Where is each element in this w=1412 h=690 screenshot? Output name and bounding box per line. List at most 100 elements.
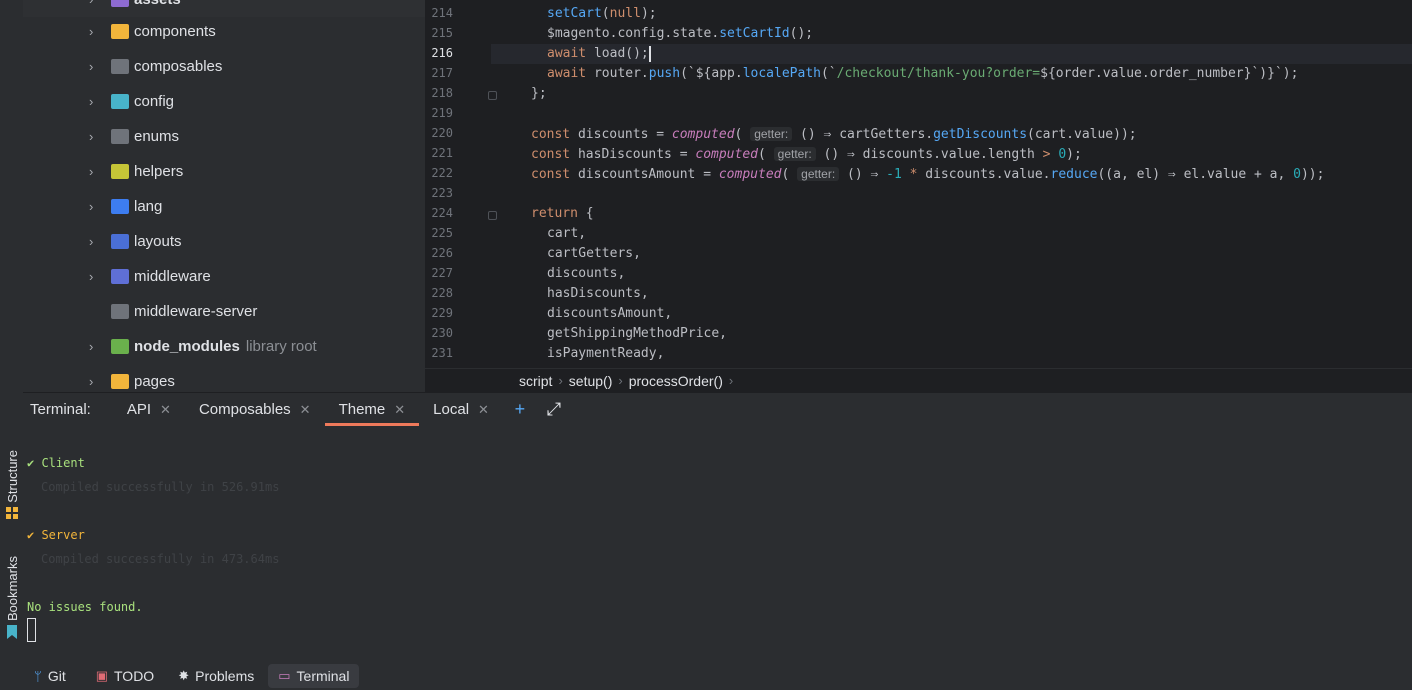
folder-layouts-icon [111,234,129,249]
code-line-218: }; [531,86,547,101]
tree-item-label: pages [134,373,175,390]
terminal-tab-api[interactable]: API ✕ [113,393,185,426]
breadcrumb-setup[interactable]: setup() [569,373,613,389]
line-number: 215 [431,26,453,40]
code-line-221: const hasDiscounts = computed( getter: (… [531,147,1082,162]
problems-icon: ✸ [178,668,190,683]
chevron-right-icon[interactable]: › [89,235,101,248]
line-number: 219 [431,106,453,120]
tree-item-label: node_modules [134,338,240,355]
code-line-222: const discountsAmount = computed( getter… [531,167,1325,182]
fold-marker-icon[interactable] [488,91,497,100]
code-line-229: discountsAmount, [547,306,673,321]
terminal-title: Terminal: [30,401,91,418]
git-tool-button[interactable]: ᛘ Git [24,664,76,688]
maximize-terminal-button[interactable]: ⤢ [537,393,571,426]
tree-item-middleware-server[interactable]: middleware-server [23,294,425,329]
chevron-right-icon[interactable]: › [89,130,101,143]
tree-item-pages[interactable]: › pages [23,364,425,392]
tree-item-label: composables [134,58,223,75]
folder-node-modules-icon [111,339,129,354]
client-compile-detail: Compiled successfully in 526.91ms [41,480,280,494]
tree-item-enums[interactable]: › enums [23,119,425,154]
code-line-227: discounts, [547,266,626,281]
structure-tool-tab[interactable]: Structure [2,450,22,519]
line-number: 229 [431,306,453,320]
chevron-right-icon[interactable]: › [89,270,101,283]
bookmark-icon [7,625,17,640]
terminal-tab-theme[interactable]: Theme ✕ [324,393,420,426]
chevron-right-icon[interactable]: › [89,340,101,353]
close-icon[interactable]: ✕ [478,402,489,418]
line-number: 220 [431,126,453,140]
terminal-cursor [27,618,36,642]
line-number: 222 [431,166,453,180]
tree-item-components[interactable]: › components [23,14,425,49]
close-icon[interactable]: ✕ [160,402,171,418]
breadcrumb-script[interactable]: script [519,373,552,389]
git-branch-icon: ᛘ [34,668,42,684]
line-number: 230 [431,326,453,340]
line-number: 225 [431,226,453,240]
tree-item-helpers[interactable]: › helpers [23,154,425,189]
line-number: 228 [431,286,453,300]
terminal-icon: ▭ [278,668,291,683]
close-icon[interactable]: ✕ [300,402,311,418]
code-line-224: return { [531,206,594,221]
tree-item-lang[interactable]: › lang [23,189,425,224]
code-editor[interactable]: 214 215 216 217 218 219 220 221 222 223 … [425,0,1412,368]
expand-icon: ⤢ [546,399,562,419]
chevron-right-icon[interactable]: › [89,200,101,213]
terminal-tab-composables[interactable]: Composables ✕ [185,393,325,426]
parameter-hint: getter: [797,167,840,181]
folder-pages-icon [111,374,129,389]
chevron-right-icon: › [618,373,623,388]
folder-helpers-icon [111,164,129,179]
code-line-217: await router.push(`${app.localePath(`/ch… [547,66,1299,81]
server-status: ✔ Server [27,528,85,542]
line-number: 227 [431,266,453,280]
line-number: 217 [431,66,453,80]
bookmarks-tool-tab[interactable]: Bookmarks [2,556,22,640]
problems-tool-button[interactable]: ✸ Problems [168,664,264,688]
line-number-gutter: 214 215 216 217 218 219 220 221 222 223 … [425,0,491,368]
chevron-right-icon[interactable]: › [89,0,101,6]
folder-icon [111,304,129,319]
tree-item-composables[interactable]: › composables [23,49,425,84]
folder-purple-icon [111,0,129,7]
chevron-right-icon[interactable]: › [89,25,101,38]
tree-item-layouts[interactable]: › layouts [23,224,425,259]
breadcrumb-process-order[interactable]: processOrder() [629,373,723,389]
folder-config-icon [111,94,129,109]
line-number: 218 [431,86,453,100]
tree-item-label: helpers [134,163,184,180]
tree-item-middleware[interactable]: › middleware [23,259,425,294]
chevron-right-icon: › [728,373,734,388]
folder-icon [111,59,129,74]
chevron-right-icon[interactable]: › [89,95,101,108]
terminal-tool-button[interactable]: ▭ Terminal [268,664,360,688]
code-line-215: $magento.config.state.setCartId(); [547,26,814,41]
close-icon[interactable]: ✕ [394,402,405,418]
fold-marker-icon[interactable] [488,211,497,220]
structure-label: Structure [4,450,20,503]
structure-icon [6,506,18,519]
editor-breadcrumb: script › setup() › processOrder() › [425,368,1412,392]
terminal-tab-local[interactable]: Local ✕ [419,393,503,426]
chevron-right-icon: › [558,373,563,388]
tree-item-config[interactable]: › config [23,84,425,119]
new-terminal-button[interactable]: + [503,393,537,426]
line-number: 221 [431,146,453,160]
library-root-label: library root [245,338,317,355]
chevron-right-icon[interactable]: › [89,165,101,178]
todo-tool-button[interactable]: ▣ TODO [86,664,165,688]
chevron-right-icon[interactable]: › [89,375,101,388]
terminal-tab-bar: Terminal: API ✕ Composables ✕ Theme ✕ Local… [23,392,1412,426]
chevron-right-icon[interactable]: › [89,60,101,73]
tree-item-label: assets [134,0,181,8]
tree-item-label: layouts [134,233,182,250]
terminal-output[interactable]: ✔ Client Compiled successfully in 526.91… [23,426,1412,662]
tree-item-label: config [134,93,175,110]
tree-item-node-modules[interactable]: › node_modules library root [23,329,425,364]
tree-item-label: lang [134,198,163,215]
